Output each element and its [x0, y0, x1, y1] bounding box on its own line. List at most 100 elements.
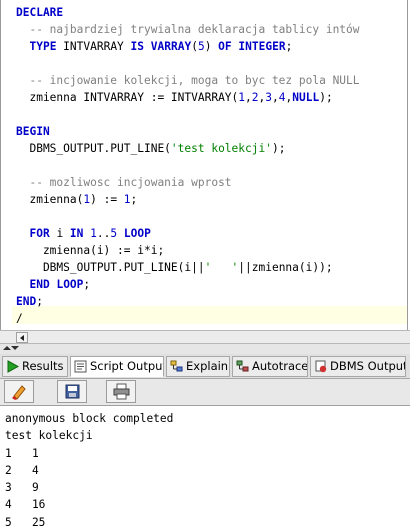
- collapse-up-icon[interactable]: [3, 346, 11, 350]
- code-token: DECLARE: [16, 6, 64, 19]
- code-token: /: [16, 312, 23, 325]
- code-token: 1: [123, 193, 131, 206]
- output-line: 2 4: [5, 463, 39, 477]
- code-token: ' ': [204, 261, 239, 274]
- code-token: ) :=: [90, 193, 124, 206]
- code-token: -- incjowanie kolekcji, moga to byc tez …: [16, 74, 360, 87]
- code-token: INTVARRAY: [56, 40, 131, 53]
- code-line: zmienna(i) := i*i;: [16, 242, 360, 259]
- tab-results-label: Results: [22, 359, 64, 373]
- code-token: ,: [272, 91, 279, 104]
- code-line: TYPE INTVARRAY IS VARRAY(5) OF INTEGER;: [16, 38, 360, 55]
- code-token: TYPE: [29, 40, 57, 53]
- code-token: END: [16, 295, 37, 308]
- code-token: DBMS_OUTPUT.PUT_LINE(: [16, 142, 171, 155]
- code-line: zmienna INTVARRAY := INTVARRAY(1,2,3,4,N…: [16, 89, 360, 106]
- code-token: LOOP: [123, 227, 151, 240]
- save-icon: [65, 384, 80, 399]
- save-output-button[interactable]: [57, 380, 87, 403]
- scroll-left-arrow-icon[interactable]: [16, 332, 28, 343]
- eraser-icon: [12, 385, 26, 400]
- code-line: FOR i IN 1..5 LOOP: [16, 225, 360, 242]
- code-token: ;: [285, 40, 293, 53]
- code-line: zmienna(1) := 1;: [16, 191, 360, 208]
- code-token: (: [191, 40, 198, 53]
- tab-script-output-label: Script Output: [90, 359, 164, 373]
- script-output-icon: [74, 360, 87, 373]
- code-token: 2: [251, 91, 259, 104]
- tab-explain[interactable]: Explain: [166, 356, 230, 377]
- horizontal-scrollbar[interactable]: [0, 330, 410, 344]
- output-line: anonymous block completed: [5, 412, 174, 425]
- panel-splitter[interactable]: [0, 344, 410, 354]
- run-icon: [7, 360, 20, 373]
- clear-output-button[interactable]: [4, 380, 34, 403]
- editor-gutter: [1, 0, 11, 330]
- code-token: );: [319, 91, 333, 104]
- code-line: DECLARE: [16, 4, 360, 21]
- code-token: ||zmienna(i));: [238, 261, 333, 274]
- code-token: ;: [83, 278, 91, 291]
- code-token: zmienna(i) := i*i;: [16, 244, 165, 257]
- code-token: 'test kolekcji': [170, 142, 272, 155]
- code-token: 4: [278, 91, 286, 104]
- code-token: OF: [218, 40, 232, 53]
- output-toolbar: [0, 379, 410, 406]
- code-line: -- mozliwosc incjowania wprost: [16, 174, 360, 191]
- tab-autotrace[interactable]: Autotrace: [232, 356, 308, 377]
- code-token: INTEGER: [238, 40, 286, 53]
- code-token: IS: [130, 40, 145, 53]
- sql-worksheet-editor[interactable]: DECLARE -- najbardziej trywialna deklara…: [0, 0, 408, 330]
- code-token: -- mozliwosc incjowania wprost: [16, 176, 232, 189]
- output-line: 3 9: [5, 481, 39, 495]
- tab-dbms-output[interactable]: DBMS Output: [310, 356, 406, 377]
- script-output-text: anonymous block completed test kolekcji 1 …: [5, 410, 173, 528]
- code-token: ;: [36, 295, 43, 308]
- code-token: FOR: [29, 227, 50, 240]
- code-token: 1: [90, 227, 97, 240]
- code-line: END LOOP;: [16, 276, 360, 293]
- tab-results[interactable]: Results: [2, 356, 68, 377]
- dbms-output-icon: [315, 360, 327, 373]
- tab-script-output[interactable]: Script Output: [70, 356, 164, 377]
- code-token: LOOP: [56, 278, 84, 291]
- code-token: );: [271, 142, 286, 155]
- code-token: ,: [245, 91, 252, 104]
- code-token: zmienna(: [16, 193, 84, 206]
- code-token: i: [49, 227, 70, 240]
- collapse-down-icon[interactable]: [11, 346, 19, 350]
- print-output-button[interactable]: [106, 380, 136, 403]
- output-tabs: Results Script Output Explain Autotrace …: [0, 354, 410, 379]
- printer-icon: [113, 383, 130, 400]
- explain-plan-icon: [170, 360, 183, 372]
- code-token: DBMS_OUTPUT.PUT_LINE(i||: [16, 261, 205, 274]
- code-token: IN: [69, 227, 84, 240]
- code-line: /: [16, 310, 360, 327]
- code-token: ): [204, 40, 219, 53]
- script-output-panel[interactable]: anonymous block completed test kolekcji 1 …: [0, 406, 410, 528]
- code-token: BEGIN: [16, 125, 50, 138]
- output-line: 4 16: [5, 498, 46, 512]
- code-token: VARRAY: [150, 40, 192, 53]
- autotrace-icon: [236, 360, 249, 372]
- code-token: ..: [96, 227, 111, 240]
- code-token: zmienna INTVARRAY := INTVARRAY(: [16, 91, 239, 104]
- code-token: ;: [130, 193, 138, 206]
- code-token: NULL: [292, 91, 320, 104]
- code-line: -- incjowanie kolekcji, moga to byc tez …: [16, 72, 360, 89]
- code-line: END;: [16, 293, 360, 310]
- code-token: 5: [197, 40, 205, 53]
- code-line: -- najbardziej trywialna deklaracja tabl…: [16, 21, 360, 38]
- tab-dbms-output-label: DBMS Output: [330, 359, 406, 373]
- code-token: -- najbardziej trywialna deklaracja tabl…: [16, 23, 360, 36]
- code-area[interactable]: DECLARE -- najbardziej trywialna deklara…: [16, 4, 360, 327]
